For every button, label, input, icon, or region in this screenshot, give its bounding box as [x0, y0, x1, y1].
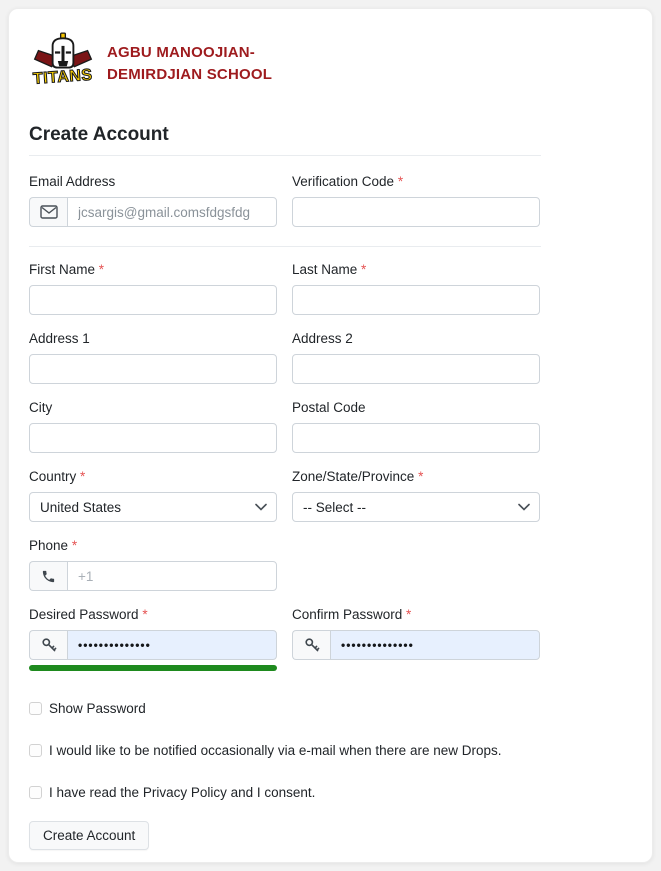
- first-name-input[interactable]: [29, 285, 277, 315]
- email-verification-row: Email Address Verification Code *: [29, 174, 541, 227]
- email-input[interactable]: [67, 197, 277, 227]
- privacy-consent-row: I have read the Privacy Policy and I con…: [29, 785, 541, 800]
- phone-input-group: [29, 561, 277, 591]
- key-icon: [292, 630, 330, 660]
- required-asterisk: *: [72, 538, 77, 553]
- address2-input[interactable]: [292, 354, 540, 384]
- confirm-password-field-group: Confirm Password *: [292, 607, 540, 671]
- logo-titans-text: TITANS: [32, 66, 93, 88]
- school-logo-icon: TITANS: [29, 31, 97, 96]
- address1-label: Address 1: [29, 331, 277, 346]
- country-field-group: Country * United States: [29, 469, 277, 522]
- required-asterisk: *: [418, 469, 423, 484]
- email-label: Email Address: [29, 174, 277, 189]
- create-account-button[interactable]: Create Account: [29, 821, 149, 850]
- privacy-consent-label: I have read the Privacy Policy and I con…: [49, 785, 315, 800]
- postal-code-field-group: Postal Code: [292, 400, 540, 453]
- password-input[interactable]: [67, 630, 277, 660]
- address2-field-group: Address 2: [292, 331, 540, 384]
- password-input-group: [29, 630, 277, 660]
- required-asterisk: *: [142, 607, 147, 622]
- last-name-field-group: Last Name *: [292, 262, 540, 315]
- postal-code-input[interactable]: [292, 423, 540, 453]
- school-name-line1: AGBU MANOOJIAN-: [107, 42, 272, 64]
- show-password-row: Show Password: [29, 701, 541, 716]
- password-field-group: Desired Password *: [29, 607, 277, 671]
- confirm-password-label: Confirm Password *: [292, 607, 540, 622]
- phone-label: Phone *: [29, 538, 277, 553]
- last-name-input[interactable]: [292, 285, 540, 315]
- notify-checkbox[interactable]: [29, 744, 42, 757]
- verification-code-input[interactable]: [292, 197, 540, 227]
- create-account-card: TITANS AGBU MANOOJIAN- DEMIRDJIAN SCHOOL…: [8, 8, 653, 863]
- phone-row-spacer: [292, 538, 540, 591]
- heading-divider: [29, 155, 541, 156]
- brand-header: TITANS AGBU MANOOJIAN- DEMIRDJIAN SCHOOL: [29, 31, 632, 96]
- required-asterisk: *: [80, 469, 85, 484]
- country-label: Country *: [29, 469, 277, 484]
- zone-select[interactable]: -- Select --: [292, 492, 540, 522]
- required-asterisk: *: [406, 607, 411, 622]
- city-field-group: City: [29, 400, 277, 453]
- school-name: AGBU MANOOJIAN- DEMIRDJIAN SCHOOL: [107, 42, 272, 86]
- privacy-consent-checkbox[interactable]: [29, 786, 42, 799]
- address1-input[interactable]: [29, 354, 277, 384]
- page-title: Create Account: [29, 124, 541, 146]
- address2-label: Address 2: [292, 331, 540, 346]
- city-label: City: [29, 400, 277, 415]
- envelope-icon: [29, 197, 67, 227]
- school-name-line2: DEMIRDJIAN SCHOOL: [107, 64, 272, 86]
- zone-label: Zone/State/Province *: [292, 469, 540, 484]
- verification-code-field-group: Verification Code *: [292, 174, 540, 227]
- first-name-label: First Name *: [29, 262, 277, 277]
- verification-code-label: Verification Code *: [292, 174, 540, 189]
- notify-row: I would like to be notified occasionally…: [29, 743, 541, 758]
- zone-field-group: Zone/State/Province * -- Select --: [292, 469, 540, 522]
- password-label: Desired Password *: [29, 607, 277, 622]
- password-row: Desired Password * Confirm Password *: [29, 607, 541, 671]
- phone-row: Phone *: [29, 538, 541, 591]
- confirm-password-input-group: [292, 630, 540, 660]
- country-zone-row: Country * United States Zone/State/Provi…: [29, 469, 541, 522]
- section-divider: [29, 246, 541, 247]
- show-password-checkbox[interactable]: [29, 702, 42, 715]
- address-row: Address 1 Address 2: [29, 331, 541, 384]
- email-field-group: Email Address: [29, 174, 277, 227]
- key-icon: [29, 630, 67, 660]
- postal-code-label: Postal Code: [292, 400, 540, 415]
- phone-field-group: Phone *: [29, 538, 277, 591]
- name-row: First Name * Last Name *: [29, 262, 541, 315]
- phone-icon: [29, 561, 67, 591]
- city-postal-row: City Postal Code: [29, 400, 541, 453]
- first-name-field-group: First Name *: [29, 262, 277, 315]
- page-background: TITANS AGBU MANOOJIAN- DEMIRDJIAN SCHOOL…: [0, 0, 661, 871]
- required-asterisk: *: [361, 262, 366, 277]
- show-password-label: Show Password: [49, 701, 146, 716]
- phone-input[interactable]: [67, 561, 277, 591]
- required-asterisk: *: [99, 262, 104, 277]
- confirm-password-input[interactable]: [330, 630, 540, 660]
- required-asterisk: *: [398, 174, 403, 189]
- email-input-group: [29, 197, 277, 227]
- city-input[interactable]: [29, 423, 277, 453]
- privacy-policy-link[interactable]: Privacy Policy: [143, 785, 227, 800]
- last-name-label: Last Name *: [292, 262, 540, 277]
- country-select[interactable]: United States: [29, 492, 277, 522]
- address1-field-group: Address 1: [29, 331, 277, 384]
- password-strength-bar: [29, 665, 277, 671]
- notify-label: I would like to be notified occasionally…: [49, 743, 501, 758]
